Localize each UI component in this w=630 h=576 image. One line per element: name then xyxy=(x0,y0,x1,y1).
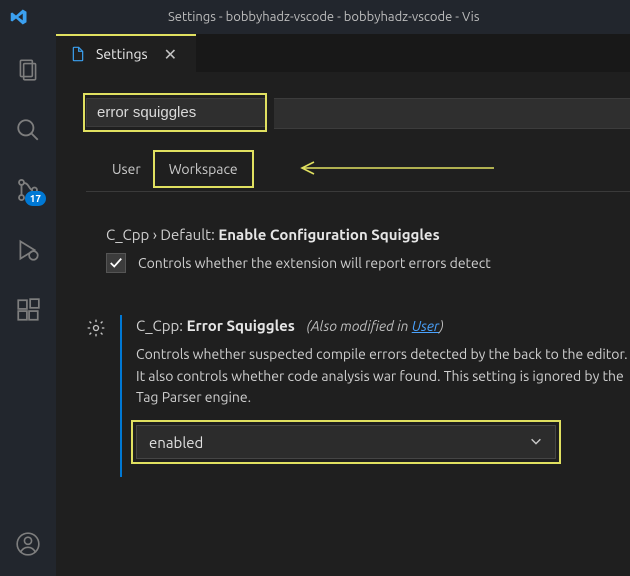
setting-title: C_Cpp › Default: Enable Configuration Sq… xyxy=(106,226,630,243)
gear-icon[interactable] xyxy=(86,318,106,338)
setting-description: Controls whether the extension will repo… xyxy=(138,255,491,271)
settings-body: User Workspace C_Cpp › Default: Enable C… xyxy=(56,72,630,576)
scope-tabs: User Workspace xyxy=(86,155,630,192)
search-icon[interactable] xyxy=(14,116,42,144)
select-wrap: enabled xyxy=(136,425,556,459)
setting-name: Enable Configuration Squiggles xyxy=(218,226,439,243)
chevron-down-icon xyxy=(529,434,543,451)
checkmark-icon xyxy=(109,256,123,270)
activity-bar: 17 xyxy=(0,34,56,576)
settings-tab-icon xyxy=(70,46,86,62)
vscode-logo-icon xyxy=(10,8,28,26)
also-modified-user-link[interactable]: User xyxy=(412,318,440,334)
scope-workspace-label: Workspace xyxy=(169,161,238,177)
search-bg-extension xyxy=(274,98,630,129)
setting-enable-config-squiggles: C_Cpp › Default: Enable Configuration Sq… xyxy=(86,226,630,273)
setting-category: C_Cpp › Default: xyxy=(106,226,215,243)
setting-category: C_Cpp: xyxy=(136,317,183,334)
search-wrap xyxy=(86,98,266,127)
titlebar: Settings - bobbyhadz-vscode - bobbyhadz-… xyxy=(0,0,630,34)
setting-name: Error Squiggles xyxy=(187,317,295,334)
setting-title: C_Cpp: Error Squiggles xyxy=(136,317,298,334)
tab-bar: Settings ✕ xyxy=(56,34,630,72)
setting-description: Controls whether suspected compile error… xyxy=(136,344,630,409)
scope-workspace-tab[interactable]: Workspace xyxy=(159,155,248,183)
explorer-icon[interactable] xyxy=(14,56,42,84)
annotation-arrow-icon xyxy=(294,161,494,175)
setting-checkbox[interactable] xyxy=(106,253,126,273)
tab-settings[interactable]: Settings ✕ xyxy=(56,36,191,72)
scope-user-tab[interactable]: User xyxy=(112,161,141,177)
close-icon[interactable]: ✕ xyxy=(164,45,177,64)
tab-label: Settings xyxy=(96,46,148,62)
accounts-icon[interactable] xyxy=(14,530,42,558)
setting-also-modified: (Also modified in User) xyxy=(306,318,443,334)
settings-search-input[interactable] xyxy=(86,98,266,127)
error-squiggles-select[interactable]: enabled xyxy=(136,425,556,459)
scm-badge: 17 xyxy=(25,191,46,206)
editor-area: Settings ✕ User Workspace xyxy=(56,34,630,576)
extensions-icon[interactable] xyxy=(14,296,42,324)
setting-error-squiggles: C_Cpp: Error Squiggles (Also modified in… xyxy=(86,315,630,477)
window-title: Settings - bobbyhadz-vscode - bobbyhadz-… xyxy=(168,10,479,24)
select-value: enabled xyxy=(149,434,203,451)
source-control-icon[interactable]: 17 xyxy=(14,176,42,204)
run-debug-icon[interactable] xyxy=(14,236,42,264)
